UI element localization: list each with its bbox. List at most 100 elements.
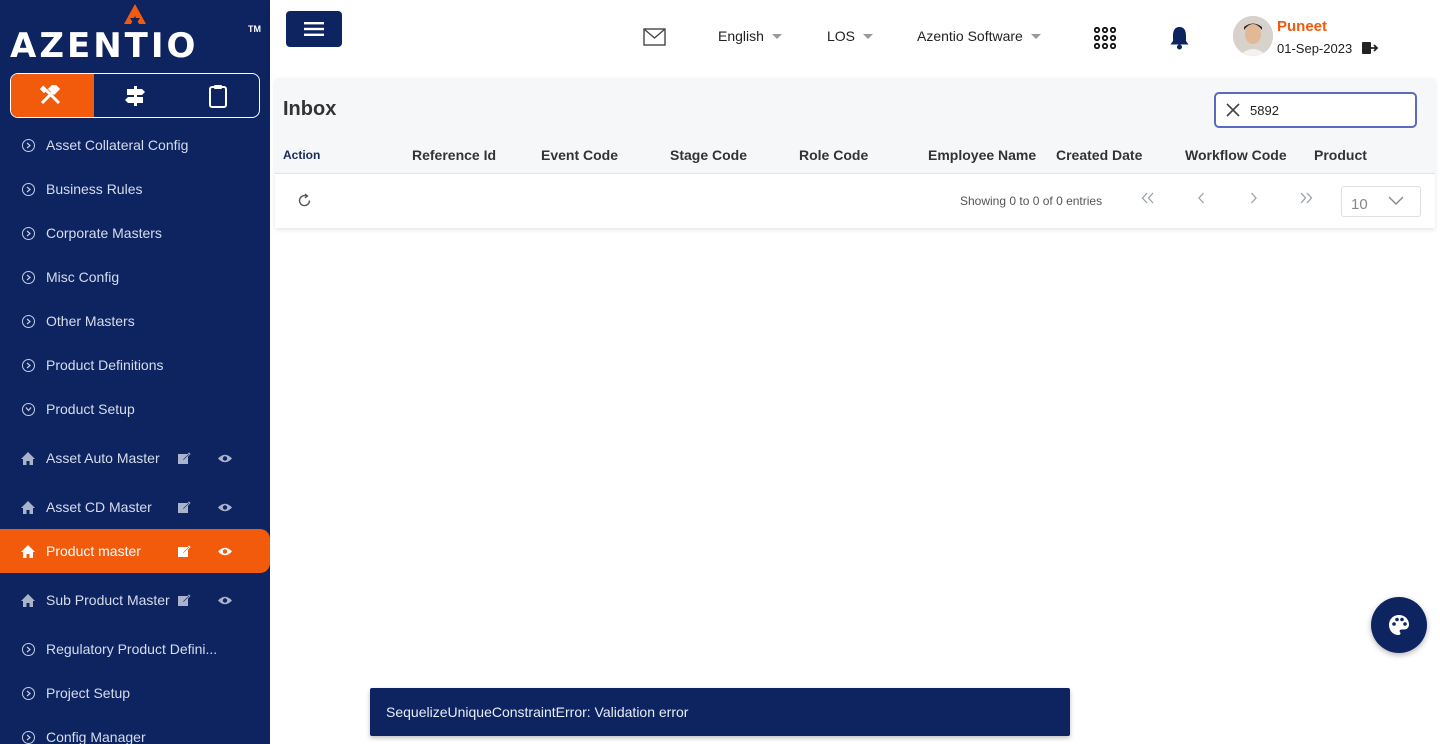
sidebar-item-label: Misc Config [46, 268, 120, 285]
chevron-circle-icon [22, 642, 35, 656]
column-header-employee-name[interactable]: Employee Name [928, 147, 1036, 163]
sidebar-item-regulatory-product-definition[interactable]: Regulatory Product Defini... [0, 627, 270, 671]
sidebar-item-product-definitions[interactable]: Product Definitions [0, 343, 270, 387]
chevron-circle-icon [22, 138, 35, 152]
sidebar-item-label: Asset Collateral Config [46, 136, 189, 153]
home-icon [21, 544, 35, 558]
home-icon [21, 500, 35, 514]
chevron-down-icon [1388, 196, 1404, 205]
caret-down-icon [771, 33, 782, 39]
column-header-event-code[interactable]: Event Code [541, 147, 618, 163]
chevron-circle-icon [22, 730, 35, 744]
clipboard-icon [208, 84, 227, 108]
column-header-action[interactable]: Action [283, 148, 320, 162]
inbox-card: Inbox Action Reference Id Event Code Sta… [275, 78, 1435, 228]
logo-text: AZENTIO [10, 26, 199, 66]
mail-icon[interactable] [643, 28, 666, 46]
module-label: LOS [827, 28, 856, 44]
column-header-created-date[interactable]: Created Date [1056, 147, 1142, 163]
user-photo-icon [1233, 16, 1273, 56]
apps-grid-icon[interactable] [1094, 27, 1116, 49]
user-name[interactable]: Puneet [1277, 18, 1327, 35]
menu-toggle-button[interactable] [286, 11, 342, 47]
sidebar-item-asset-collateral-config[interactable]: Asset Collateral Config [0, 123, 270, 167]
sidebar-item-sub-product-master[interactable]: Sub Product Master [0, 578, 270, 622]
chevron-circle-icon [22, 182, 35, 196]
eye-icon[interactable] [217, 502, 233, 513]
edit-icon[interactable] [177, 500, 191, 514]
company-dropdown[interactable]: Azentio Software [917, 28, 1041, 44]
sidebar-item-product-master[interactable]: Product master [0, 529, 270, 573]
column-header-product[interactable]: Product [1314, 147, 1367, 163]
main-content: Inbox Action Reference Id Event Code Sta… [270, 76, 1440, 744]
signpost-icon [125, 85, 145, 106]
chevron-down-circle-icon [22, 402, 35, 416]
sidebar-item-corporate-masters[interactable]: Corporate Masters [0, 211, 270, 255]
sidebar-item-label: Corporate Masters [46, 224, 162, 241]
column-header-stage-code[interactable]: Stage Code [670, 147, 747, 163]
previous-page-icon[interactable] [1197, 192, 1205, 204]
sidebar-item-label: Other Masters [46, 312, 135, 329]
sidebar-item-project-setup[interactable]: Project Setup [0, 671, 270, 715]
page-size-select[interactable]: 10 [1341, 186, 1421, 217]
sidebar-item-asset-auto-master[interactable]: Asset Auto Master [0, 436, 270, 480]
eye-icon[interactable] [217, 453, 233, 464]
sidebar-item-other-masters[interactable]: Other Masters [0, 299, 270, 343]
edit-icon[interactable] [177, 544, 191, 558]
language-dropdown[interactable]: English [718, 28, 782, 44]
refresh-icon[interactable] [297, 193, 312, 208]
first-page-icon[interactable] [1141, 192, 1155, 204]
palette-icon [1389, 615, 1409, 635]
page-size-value: 10 [1351, 196, 1368, 213]
sidebar-item-config-manager[interactable]: Config Manager [0, 715, 270, 744]
eye-icon[interactable] [217, 595, 233, 606]
sidebar-mode-tabs [10, 73, 260, 118]
sidebar-item-label: Regulatory Product Defini... [46, 640, 218, 657]
company-label: Azentio Software [917, 28, 1023, 44]
caret-down-icon [1030, 33, 1041, 39]
sidebar-item-label: Business Rules [46, 180, 143, 197]
sidebar-item-business-rules[interactable]: Business Rules [0, 167, 270, 211]
search-input[interactable] [1250, 100, 1400, 120]
eye-icon[interactable] [217, 546, 233, 557]
language-label: English [718, 28, 764, 44]
chevron-circle-icon [22, 686, 35, 700]
search-box[interactable] [1214, 92, 1417, 128]
last-page-icon[interactable] [1299, 192, 1313, 204]
column-header-workflow-code[interactable]: Workflow Code [1185, 147, 1287, 163]
chevron-circle-icon [22, 358, 35, 372]
azentio-logo[interactable]: AZENTIO TM [10, 4, 262, 66]
sidebar-item-label: Project Setup [46, 684, 131, 701]
sidebar-item-misc-config[interactable]: Misc Config [0, 255, 270, 299]
module-dropdown[interactable]: LOS [827, 28, 874, 44]
page-title: Inbox [283, 98, 337, 120]
sidebar-item-product-setup[interactable]: Product Setup [0, 387, 270, 431]
clipboard-tab[interactable] [176, 74, 259, 117]
clear-search-icon[interactable] [1226, 103, 1240, 117]
entries-info: Showing 0 to 0 of 0 entries [960, 194, 1103, 208]
next-page-icon[interactable] [1250, 192, 1258, 204]
sidebar-item-label: Product Definitions [46, 356, 164, 373]
error-toast: SequelizeUniqueConstraintError: Validati… [370, 688, 1070, 736]
column-header-reference-id[interactable]: Reference Id [412, 147, 496, 163]
chevron-circle-icon [22, 226, 35, 240]
signpost-tab[interactable] [94, 74, 177, 117]
caret-down-icon [863, 33, 874, 39]
user-date: 01-Sep-2023 [1277, 41, 1353, 56]
logo-mark-icon [124, 4, 146, 24]
edit-icon[interactable] [177, 451, 191, 465]
tools-tab[interactable] [11, 74, 94, 117]
top-header: English LOS Azentio Software Puneet 01-S… [270, 0, 1440, 76]
home-icon [21, 593, 35, 607]
toast-message: SequelizeUniqueConstraintError: Validati… [386, 704, 689, 720]
chevron-circle-icon [22, 270, 35, 284]
edit-icon[interactable] [177, 593, 191, 607]
theme-palette-button[interactable] [1371, 597, 1427, 653]
sidebar-item-asset-cd-master[interactable]: Asset CD Master [0, 485, 270, 529]
column-header-role-code[interactable]: Role Code [799, 147, 868, 163]
home-icon [21, 451, 35, 465]
bell-icon[interactable] [1169, 26, 1190, 50]
logout-icon[interactable] [1362, 41, 1379, 55]
avatar[interactable] [1233, 16, 1273, 56]
table-footer: Showing 0 to 0 of 0 entries 10 [275, 173, 1435, 228]
